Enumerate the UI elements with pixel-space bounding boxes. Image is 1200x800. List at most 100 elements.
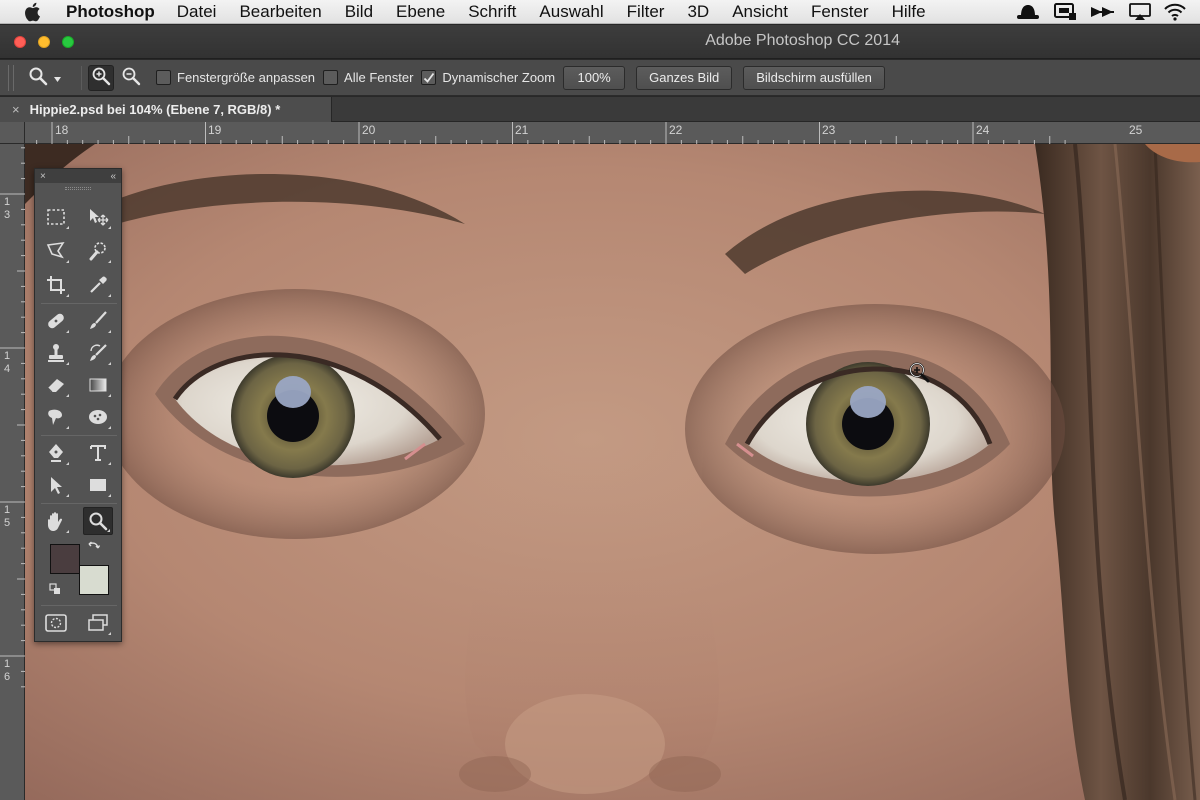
tools-panel-collapse-icon[interactable]: « (110, 171, 116, 182)
menu-ebene[interactable]: Ebene (396, 2, 445, 22)
ruler-horizontal-ticks (36, 122, 1066, 144)
crop-tool[interactable] (41, 271, 71, 299)
path-selection-tool[interactable] (41, 471, 71, 499)
quick-mask-button[interactable] (41, 609, 71, 637)
ruler-label: 20 (362, 123, 376, 137)
type-icon (90, 445, 106, 461)
rectangle-icon (90, 479, 106, 491)
fit-screen-button[interactable]: Ganzes Bild (636, 65, 733, 90)
type-tool[interactable] (83, 439, 113, 467)
eraser-tool[interactable] (41, 371, 71, 399)
close-tab-icon[interactable]: × (12, 102, 20, 117)
rectangle-tool[interactable] (83, 471, 113, 499)
default-colors-button[interactable] (47, 581, 63, 597)
ruler-vertical-ticks (0, 147, 25, 688)
close-window-button[interactable] (14, 36, 26, 48)
time-machine-icon[interactable] (1053, 3, 1077, 21)
quick-selection-tool[interactable] (83, 237, 113, 265)
zoom-tool[interactable] (83, 507, 113, 535)
tools-separator (41, 303, 117, 304)
dodge-tool[interactable] (83, 403, 113, 431)
all-windows-checkbox[interactable] (323, 70, 339, 85)
swap-colors-button[interactable] (85, 539, 103, 555)
tools-panel-close-icon[interactable]: × (40, 171, 46, 182)
menu-3d[interactable]: 3D (687, 2, 709, 22)
menu-fenster[interactable]: Fenster (811, 2, 869, 22)
tools-separator (41, 605, 117, 606)
ruler-label: 18 (55, 123, 69, 137)
clone-stamp-tool[interactable] (41, 339, 71, 367)
bandage-icon (48, 313, 64, 329)
tools-panel-header[interactable]: × « (35, 169, 121, 183)
all-windows-option[interactable]: Alle Fenster (323, 70, 413, 85)
ruler-label: 1 4 (4, 350, 11, 375)
hand-tool[interactable] (41, 507, 71, 535)
eraser-icon (47, 379, 64, 393)
sponge-icon (89, 410, 107, 424)
ruler-label: 23 (822, 123, 836, 137)
gradient-tool[interactable] (83, 371, 113, 399)
portrait-photo (25, 144, 1200, 800)
dynamic-zoom-label: Dynamischer Zoom (442, 70, 556, 85)
minimize-window-button[interactable] (38, 36, 50, 48)
spot-healing-brush-tool[interactable] (41, 307, 71, 335)
ruler-label: 1 3 (4, 196, 11, 221)
foreground-color-swatch[interactable] (50, 544, 80, 574)
history-brush-tool[interactable] (83, 339, 113, 367)
ruler-label: 22 (669, 123, 683, 137)
ruler-label: 1 5 (4, 504, 11, 529)
ruler-vertical[interactable]: 1 3 1 4 1 5 1 6 (0, 144, 25, 800)
menu-auswahl[interactable]: Auswahl (539, 2, 603, 22)
blur-tool[interactable] (41, 403, 71, 431)
rectangular-marquee-tool[interactable] (41, 203, 71, 231)
lasso-tool[interactable] (41, 237, 71, 265)
zoom-100-button[interactable]: 100% (563, 65, 626, 90)
resize-windows-checkbox[interactable] (156, 70, 171, 85)
ruler-horizontal[interactable]: 18 19 20 21 22 23 24 25 (25, 122, 1200, 144)
tools-panel-grip[interactable] (35, 183, 121, 193)
options-bar-grip[interactable] (8, 64, 14, 91)
menu-schrift[interactable]: Schrift (468, 2, 516, 22)
swap-arrows-icon (88, 541, 101, 549)
menu-bild[interactable]: Bild (345, 2, 373, 22)
tool-preset-picker[interactable] (28, 66, 61, 89)
pen-icon (49, 444, 63, 462)
airplay-icon[interactable] (1129, 3, 1151, 21)
document-tab-title: Hippie2.psd bei 104% (Ebene 7, RGB/8) * (29, 102, 281, 117)
menu-filter[interactable]: Filter (627, 2, 665, 22)
chevron-down-icon (54, 70, 61, 85)
fill-screen-button[interactable]: Bildschirm ausfüllen (743, 65, 885, 90)
zoom-out-button[interactable] (118, 65, 144, 91)
move-tool[interactable] (83, 203, 113, 231)
menu-hilfe[interactable]: Hilfe (892, 2, 926, 22)
resize-windows-option[interactable]: Fenstergröße anpassen (156, 70, 315, 85)
zoom-out-icon (121, 66, 141, 89)
ruler-origin[interactable] (0, 122, 25, 144)
zoom-in-button[interactable] (88, 64, 114, 91)
zoom-in-icon (91, 66, 111, 89)
brush-icon (90, 311, 107, 329)
default-colors-icon (49, 583, 60, 594)
ruler-label: 24 (976, 123, 990, 137)
menu-bearbeiten[interactable]: Bearbeiten (239, 2, 321, 22)
document-tab[interactable]: × Hippie2.psd bei 104% (Ebene 7, RGB/8) … (0, 97, 332, 122)
pen-tool[interactable] (41, 439, 71, 467)
menu-app-name[interactable]: Photoshop (66, 2, 155, 22)
screen-mode-button[interactable] (83, 609, 113, 637)
eyedropper-tool[interactable] (83, 271, 113, 299)
document-canvas[interactable] (25, 144, 1200, 800)
hat-icon[interactable] (1016, 4, 1040, 20)
wifi-icon[interactable] (1164, 3, 1186, 21)
menu-datei[interactable]: Datei (177, 2, 217, 22)
fast-forward-icon[interactable] (1090, 4, 1116, 20)
document-tab-bar: × Hippie2.psd bei 104% (Ebene 7, RGB/8) … (0, 97, 1200, 122)
dynamic-zoom-checkbox[interactable] (421, 70, 437, 85)
menu-ansicht[interactable]: Ansicht (732, 2, 788, 22)
dynamic-zoom-option[interactable]: Dynamischer Zoom (421, 70, 555, 85)
brush-tool[interactable] (83, 307, 113, 335)
zoom-window-button[interactable] (62, 36, 74, 48)
move-icon (90, 209, 109, 226)
apple-icon[interactable] (24, 2, 50, 22)
background-color-swatch[interactable] (79, 565, 109, 595)
tools-separator (41, 503, 117, 504)
